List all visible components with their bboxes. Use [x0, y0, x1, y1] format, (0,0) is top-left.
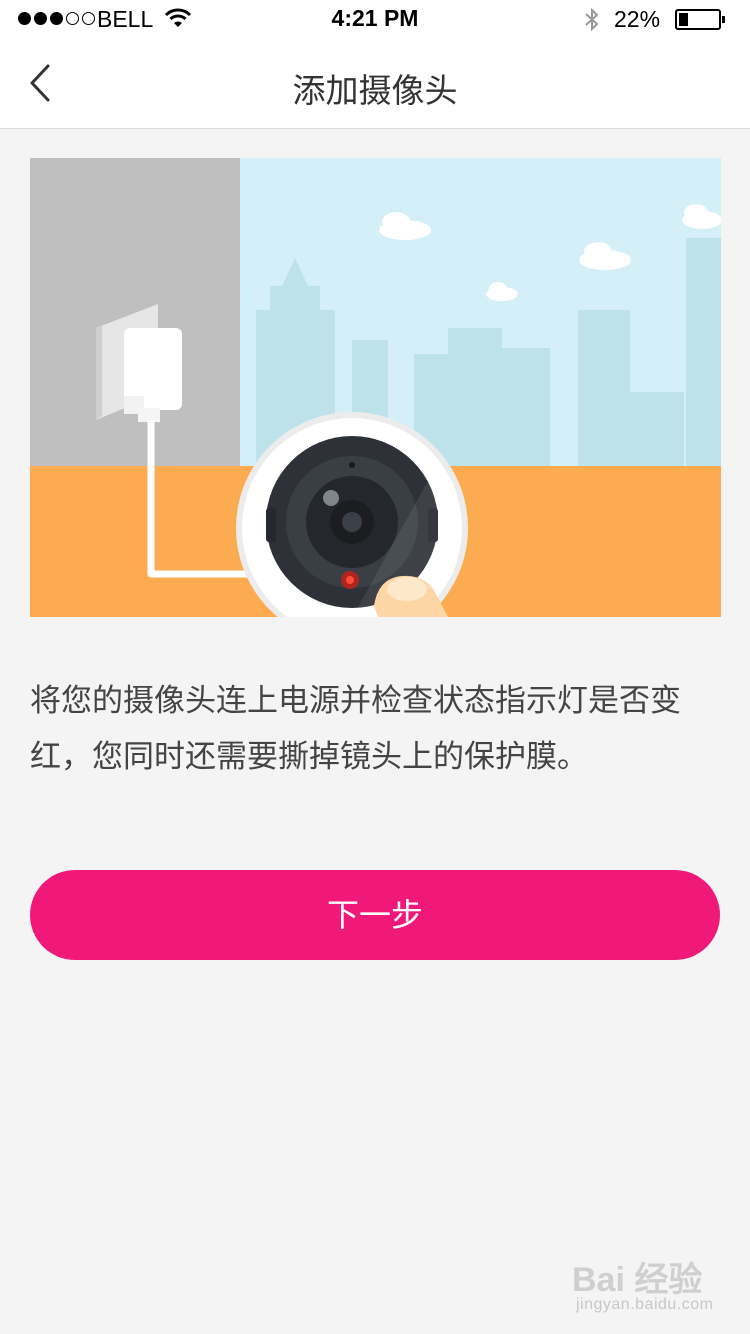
watermark-site: jingyan.baidu.com — [576, 1296, 714, 1313]
setup-illustration — [30, 158, 722, 644]
navigation-bar: 添加摄像头 — [0, 40, 750, 129]
watermark-brand: Bai 经验 — [572, 1261, 703, 1299]
battery-icon — [675, 9, 725, 30]
power-adapter — [124, 328, 182, 422]
baidu-watermark: Bai 经验 jingyan.baidu.com — [572, 1252, 732, 1320]
bluetooth-icon — [583, 6, 601, 39]
battery-percent: 22% — [614, 6, 661, 32]
next-step-button[interactable]: 下一步 — [30, 870, 720, 960]
instruction-text: 将您的摄像头连上电源并检查状态指示灯是否变红，您同时还需要撕掉镜头上的保护膜。 — [30, 683, 681, 775]
status-bar: BELL 4:21 PM 22% — [0, 0, 750, 40]
page-title: 添加摄像头 — [292, 71, 458, 110]
